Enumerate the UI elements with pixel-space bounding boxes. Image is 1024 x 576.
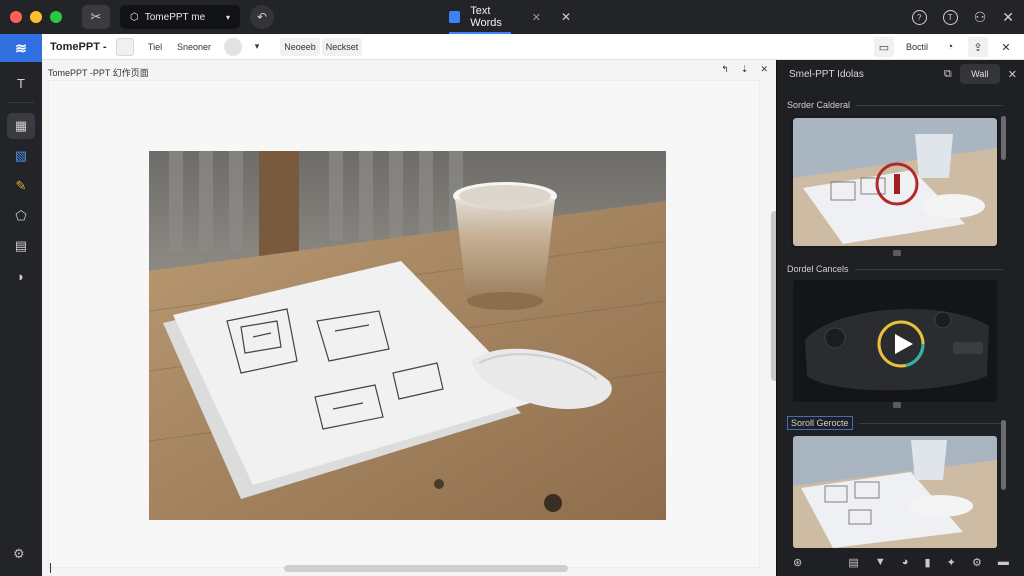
sparkle-icon[interactable]: ✦ — [947, 556, 956, 569]
close-window-button[interactable] — [10, 11, 22, 23]
page-label: TomePPT -PPT 幻作页面 — [48, 67, 149, 78]
app-window: ✂ ⬡ TomePPT me ▾ ↶ Text Words ✕ ✕ ? T ⚇ … — [0, 0, 1024, 576]
brand-logo-icon[interactable]: ≋ — [0, 34, 42, 62]
palette-icon[interactable]: ◕ — [902, 556, 909, 568]
left-sidebar: ≋ T ▦ ▧ ✎ ⬠ ▤ ◗ ⚙ — [0, 34, 42, 576]
document-icon — [449, 11, 461, 23]
traffic-lights — [10, 11, 62, 23]
slide-thumbnail-2[interactable] — [793, 280, 997, 408]
history-button[interactable]: ↶ — [250, 5, 274, 29]
nav-layout-icon[interactable]: ▦ — [7, 113, 35, 139]
section-divider — [854, 268, 1003, 270]
account-icon[interactable]: T — [942, 9, 958, 25]
section-label-3: Soroll Gerocte — [787, 416, 853, 430]
text-cursor — [50, 563, 51, 573]
new-tab-icon[interactable]: ✕ — [561, 10, 571, 24]
thumbnail-image-2 — [793, 280, 997, 402]
workspace-name: TomePPT me — [144, 11, 206, 23]
nav-comment-icon[interactable]: ◗ — [7, 263, 35, 289]
panel-scrollbar[interactable] — [1001, 116, 1006, 160]
panel-header: Smel-PPT Idolas ⧉ Wall ✕ — [777, 60, 1024, 88]
section-divider — [858, 422, 1003, 424]
chevron-down-icon[interactable]: ▾ — [250, 38, 264, 56]
horizontal-scrollbar[interactable] — [284, 565, 568, 572]
window-actions: ? T ⚇ ✕ — [911, 0, 1014, 34]
toolbar-right-label[interactable]: Boctil — [902, 38, 932, 56]
collapse-icon[interactable]: ⇣ — [741, 64, 749, 75]
user-icon[interactable]: ⚇ — [974, 9, 987, 26]
slide-thumbnail-1[interactable] — [791, 116, 999, 248]
image-add-icon[interactable]: ⧉ — [944, 68, 952, 81]
gear-icon[interactable]: ⚙ — [13, 546, 25, 562]
photo-desk-sketch — [149, 151, 666, 520]
thumbnail-handle[interactable] — [893, 402, 901, 408]
panel-title: Smel-PPT Idolas — [789, 68, 864, 80]
wand-icon: ✂ — [90, 9, 102, 24]
nav-shapes-icon[interactable]: ⬠ — [7, 203, 35, 229]
document-tab-label: Text Words — [470, 5, 502, 29]
toolbar-chip-neoeeb[interactable]: Neoeeb — [280, 37, 320, 56]
workspace-selector[interactable]: ⬡ TomePPT me ▾ — [120, 5, 240, 29]
close-app-icon[interactable]: ✕ — [1002, 9, 1014, 26]
pin-icon[interactable]: ▼ — [875, 556, 886, 568]
settings-icon[interactable]: ⊛ — [793, 556, 802, 569]
tools-button[interactable]: ✂ — [82, 5, 110, 29]
toolbar-right-actions: ▭ Boctil ◔ ⇪ ✕ — [874, 34, 1016, 60]
nav-blocks-icon[interactable]: ▤ — [7, 233, 35, 259]
close-toolbar-icon[interactable]: ✕ — [996, 37, 1016, 57]
nav-image-icon[interactable]: ▧ — [7, 143, 35, 169]
thumbnail-handle[interactable] — [893, 250, 901, 256]
more-icon[interactable]: ▬ — [998, 556, 1009, 568]
timer-icon[interactable]: ◔ — [940, 37, 960, 57]
help-icon[interactable]: ? — [911, 9, 927, 25]
present-icon[interactable]: ▭ — [874, 37, 894, 57]
page-icon[interactable]: ▮ — [925, 556, 931, 569]
slide-page[interactable] — [48, 80, 779, 568]
thumbnail-image-3 — [793, 436, 997, 548]
zoom-window-button[interactable] — [50, 11, 62, 23]
section-divider — [856, 104, 1003, 106]
chevron-down-icon: ▾ — [225, 12, 230, 22]
share-icon[interactable]: ⇪ — [968, 37, 988, 57]
nav-divider — [8, 102, 34, 103]
slide-photo[interactable] — [149, 151, 666, 520]
slide-canvas: TomePPT -PPT 幻作页面 ↰ ⇣ ✕ — [42, 60, 779, 576]
section-label-2: Dordel Cancels — [787, 264, 849, 274]
section-label-1: Sorder Calderal — [787, 100, 851, 110]
panel-actions: ⧉ Wall ✕ — [944, 64, 1017, 84]
section-label: Dordel Cancels — [787, 264, 1003, 274]
document-tab[interactable]: Text Words ✕ ✕ — [449, 0, 571, 34]
nav-brush-icon[interactable]: ✎ — [7, 173, 35, 199]
panel-wall-button[interactable]: Wall — [959, 64, 1000, 84]
toolbar-chip-tiel[interactable]: Tiel — [142, 38, 168, 56]
editor-toolbar: TomePPT - Tiel Sneoner ▾ Neoeeb Neckset … — [42, 34, 1024, 60]
rotate-icon[interactable]: ↰ — [721, 64, 729, 75]
color-swatch-icon[interactable] — [224, 37, 242, 56]
grid-view-icon[interactable]: ▤ — [848, 556, 858, 569]
gear-icon[interactable]: ⚙ — [972, 556, 982, 569]
minimize-window-button[interactable] — [30, 11, 42, 23]
section-label: Sorder Calderal — [787, 100, 1003, 110]
undo-icon: ↶ — [256, 10, 268, 24]
close-tab-icon[interactable]: ✕ — [532, 11, 541, 24]
close-panel-icon[interactable]: ✕ — [1008, 68, 1017, 81]
panel-scrollbar-lower[interactable] — [1001, 420, 1006, 490]
section-label: Soroll Gerocte — [787, 416, 1003, 430]
slides-panel: Smel-PPT Idolas ⧉ Wall ✕ Sorder Calderal — [776, 60, 1024, 576]
project-title: TomePPT - — [50, 40, 107, 53]
slide-thumbnail-3[interactable] — [793, 436, 997, 548]
panel-footer: ⊛ ▤ ▼ ◕ ▮ ✦ ⚙ ▬ — [777, 548, 1024, 576]
shield-icon: ⬡ — [130, 11, 139, 23]
toolbar-chip-sneoner[interactable]: Sneoner — [172, 38, 216, 56]
close-page-icon[interactable]: ✕ — [760, 64, 768, 75]
frame-icon[interactable] — [116, 37, 134, 56]
thumbnail-image-1 — [793, 118, 997, 246]
title-bar: ✂ ⬡ TomePPT me ▾ ↶ Text Words ✕ ✕ ? T ⚇ … — [0, 0, 1024, 34]
page-controls: ↰ ⇣ ✕ — [721, 64, 768, 75]
page-header: TomePPT -PPT 幻作页面 ↰ ⇣ ✕ — [48, 64, 772, 80]
toolbar-chip-neckset[interactable]: Neckset — [322, 37, 362, 56]
nav-text-icon[interactable]: T — [7, 70, 35, 96]
